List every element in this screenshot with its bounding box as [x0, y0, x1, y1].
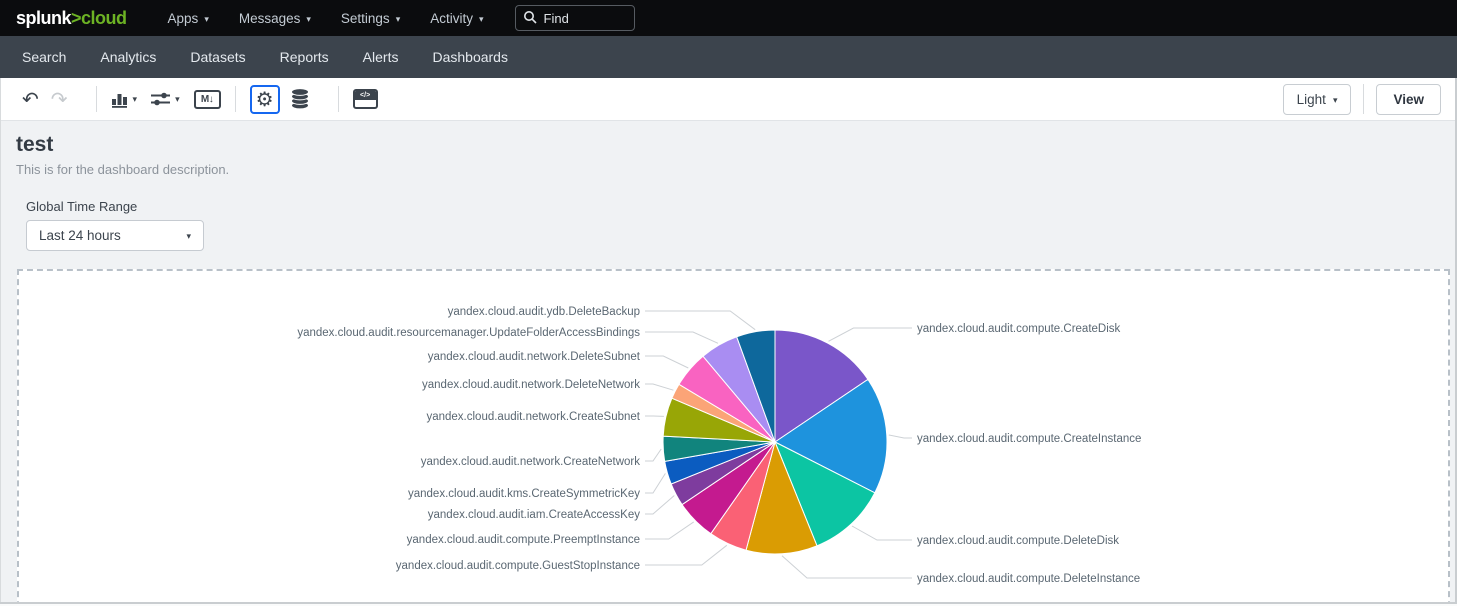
nav-item-dashboards[interactable]: Dashboards	[415, 36, 525, 78]
database-icon	[290, 88, 310, 110]
nav-item-analytics[interactable]: Analytics	[83, 36, 173, 78]
theme-label: Light	[1297, 92, 1326, 107]
toolbar-divider	[235, 86, 236, 112]
toolbar-divider	[1363, 84, 1364, 114]
chevron-down-icon: ▾	[186, 232, 191, 241]
undo-icon[interactable]: ↶	[22, 87, 39, 112]
theme-select-button[interactable]: Light ▾	[1283, 84, 1352, 115]
pie-leader-line	[645, 332, 718, 343]
source-code-icon[interactable]: </>	[353, 89, 378, 109]
top-menu: Apps ▾ Messages ▾ Settings ▾ Activity ▾	[153, 0, 499, 36]
top-app-bar: splunk>cloud Apps ▾ Messages ▾ Settings ▾ A…	[0, 0, 1457, 36]
logo-cloud-text: cloud	[81, 8, 127, 28]
window-left-border	[0, 78, 1, 606]
find-search	[515, 5, 635, 31]
nav-item-reports[interactable]: Reports	[263, 36, 346, 78]
pie-label: yandex.cloud.audit.compute.DeleteInstanc…	[917, 573, 1140, 585]
pie-leader-line	[645, 545, 727, 565]
pie-chart: yandex.cloud.audit.compute.CreateDisk yan…	[19, 271, 1448, 606]
chevron-down-icon: ▾	[479, 15, 484, 24]
pie-label: yandex.cloud.audit.network.DeleteNetwork	[422, 379, 640, 391]
pie-leader-line	[645, 449, 661, 461]
search-icon	[523, 10, 538, 30]
pie-leader-line	[645, 311, 755, 330]
pie-leader-line	[645, 384, 673, 390]
pie-chart-panel[interactable]: yandex.cloud.audit.compute.CreateDisk yan…	[17, 269, 1450, 606]
pie-label: yandex.cloud.audit.network.CreateSubnet	[426, 411, 640, 423]
redo-icon[interactable]: ↷	[51, 87, 68, 112]
gear-icon: ⚙	[256, 87, 274, 112]
pie-label: yandex.cloud.audit.compute.GuestStopInst…	[396, 560, 640, 572]
pie-leader-line	[829, 328, 913, 341]
pie-label: yandex.cloud.audit.kms.CreateSymmetricKe…	[408, 488, 640, 500]
bar-chart-icon	[111, 91, 129, 108]
menu-settings[interactable]: Settings ▾	[326, 0, 415, 36]
window-right-border	[1455, 78, 1457, 606]
pie-label: yandex.cloud.audit.compute.CreateDisk	[917, 323, 1121, 335]
nav-item-search[interactable]: Search	[5, 36, 83, 78]
pie-leader-line	[645, 473, 665, 493]
dashboard-canvas: test This is for the dashboard descripti…	[0, 122, 1457, 606]
time-range-dropdown[interactable]: Last 24 hours ▾	[26, 220, 204, 251]
logo-gt-text: >	[71, 8, 81, 28]
logo-splunk-text: splunk	[16, 8, 71, 28]
splunk-cloud-logo[interactable]: splunk>cloud	[16, 8, 127, 29]
page-description: This is for the dashboard description.	[16, 162, 229, 177]
pie-leader-line	[645, 356, 688, 368]
pie-label: yandex.cloud.audit.compute.PreemptInstan…	[407, 534, 640, 546]
nav-item-alerts[interactable]: Alerts	[346, 36, 416, 78]
nav-item-datasets[interactable]: Datasets	[173, 36, 262, 78]
view-button[interactable]: View	[1376, 84, 1441, 115]
menu-apps[interactable]: Apps ▾	[153, 0, 224, 36]
pie-label: yandex.cloud.audit.network.DeleteSubnet	[428, 351, 641, 363]
chevron-down-icon: ▾	[175, 94, 180, 105]
pie-leader-line	[645, 522, 694, 539]
markdown-icon[interactable]: M↓	[194, 90, 221, 109]
sliders-icon	[151, 91, 171, 107]
menu-activity[interactable]: Activity ▾	[415, 0, 498, 36]
pie-label: yandex.cloud.audit.compute.CreateInstanc…	[917, 433, 1141, 445]
visual-settings-gear-button[interactable]: ⚙	[250, 85, 280, 114]
pie-leader-line	[889, 435, 912, 438]
dashboard-edit-toolbar: ↶ ↷ ▾ ▾ M↓ ⚙ </> Light ▾ View	[0, 78, 1457, 121]
chevron-down-icon: ▾	[1333, 96, 1338, 105]
menu-settings-label: Settings	[341, 11, 390, 26]
pie-leader-line	[852, 526, 912, 540]
toolbar-divider	[96, 86, 97, 112]
menu-activity-label: Activity	[430, 11, 473, 26]
toolbar-right-group: Light ▾ View	[1283, 84, 1441, 115]
code-glyph: </>	[355, 91, 376, 100]
pie-label: yandex.cloud.audit.resourcemanager.Updat…	[297, 327, 640, 339]
page-title: test	[16, 133, 53, 157]
menu-messages[interactable]: Messages ▾	[224, 0, 326, 36]
pie-label: yandex.cloud.audit.network.CreateNetwork	[421, 456, 641, 468]
menu-messages-label: Messages	[239, 11, 301, 26]
global-time-range-label: Global Time Range	[26, 199, 137, 214]
chevron-down-icon: ▾	[133, 94, 138, 105]
add-input-button[interactable]: ▾	[151, 91, 180, 107]
pie-leader-line	[645, 496, 674, 515]
toolbar-divider	[338, 86, 339, 112]
section-nav-bar: Search Analytics Datasets Reports Alerts…	[0, 36, 1457, 78]
menu-apps-label: Apps	[168, 11, 199, 26]
pie-label: yandex.cloud.audit.iam.CreateAccessKey	[428, 509, 640, 521]
data-sources-button[interactable]	[290, 88, 310, 110]
chevron-down-icon: ▾	[204, 15, 209, 24]
time-range-value: Last 24 hours	[39, 228, 121, 243]
pie-label: yandex.cloud.audit.ydb.DeleteBackup	[448, 306, 640, 318]
pie-leader-line	[782, 556, 912, 578]
chevron-down-icon: ▾	[396, 15, 401, 24]
chevron-down-icon: ▾	[306, 15, 311, 24]
pie-label: yandex.cloud.audit.compute.DeleteDisk	[917, 535, 1119, 547]
add-chart-button[interactable]: ▾	[111, 91, 138, 108]
